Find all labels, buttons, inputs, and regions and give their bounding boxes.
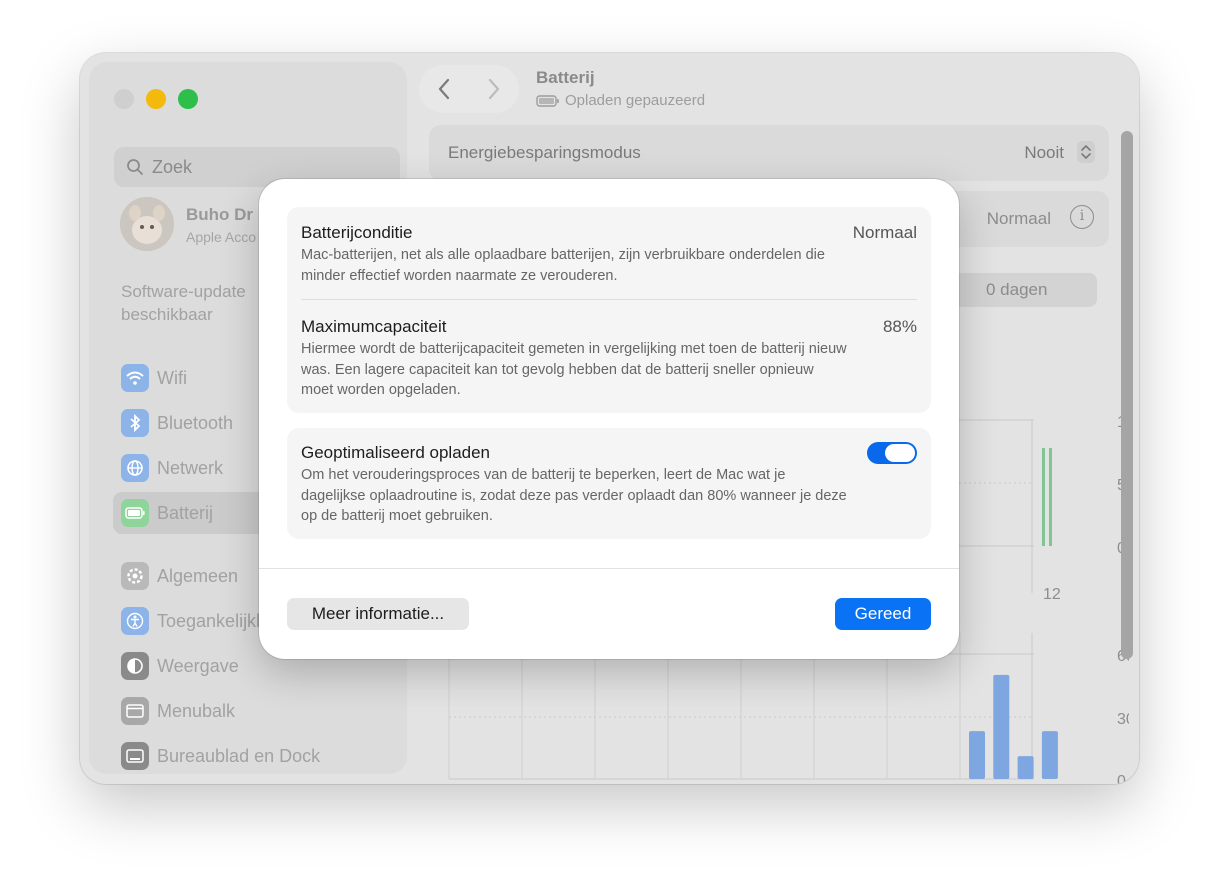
dialog-divider bbox=[259, 568, 959, 569]
battery-health-dialog: Batterijconditie Normaal Mac-batterijen,… bbox=[259, 179, 959, 659]
optimized-charging-group: Geoptimaliseerd opladen Om het verouderi… bbox=[287, 428, 931, 539]
modal-overlay: Batterijconditie Normaal Mac-batterijen,… bbox=[0, 0, 1218, 888]
more-info-button[interactable]: Meer informatie... bbox=[287, 598, 469, 630]
capacity-title: Maximumcapaciteit bbox=[301, 317, 447, 336]
condition-title: Batterijconditie bbox=[301, 223, 413, 242]
battery-info-group: Batterijconditie Normaal Mac-batterijen,… bbox=[287, 207, 931, 413]
capacity-description: Hiermee wordt de batterijcapaciteit geme… bbox=[301, 341, 847, 398]
divider bbox=[301, 299, 917, 300]
condition-description: Mac-batterijen, net als alle oplaadbare … bbox=[301, 247, 825, 284]
toggle-knob bbox=[885, 444, 915, 462]
done-button[interactable]: Gereed bbox=[835, 598, 931, 630]
capacity-value: 88% bbox=[882, 317, 917, 336]
condition-value: Normaal bbox=[852, 223, 917, 242]
optimized-charging-toggle[interactable] bbox=[867, 442, 917, 464]
optimized-description: Om het verouderingsproces van de batteri… bbox=[301, 467, 847, 524]
optimized-title: Geoptimaliseerd opladen bbox=[301, 443, 491, 462]
